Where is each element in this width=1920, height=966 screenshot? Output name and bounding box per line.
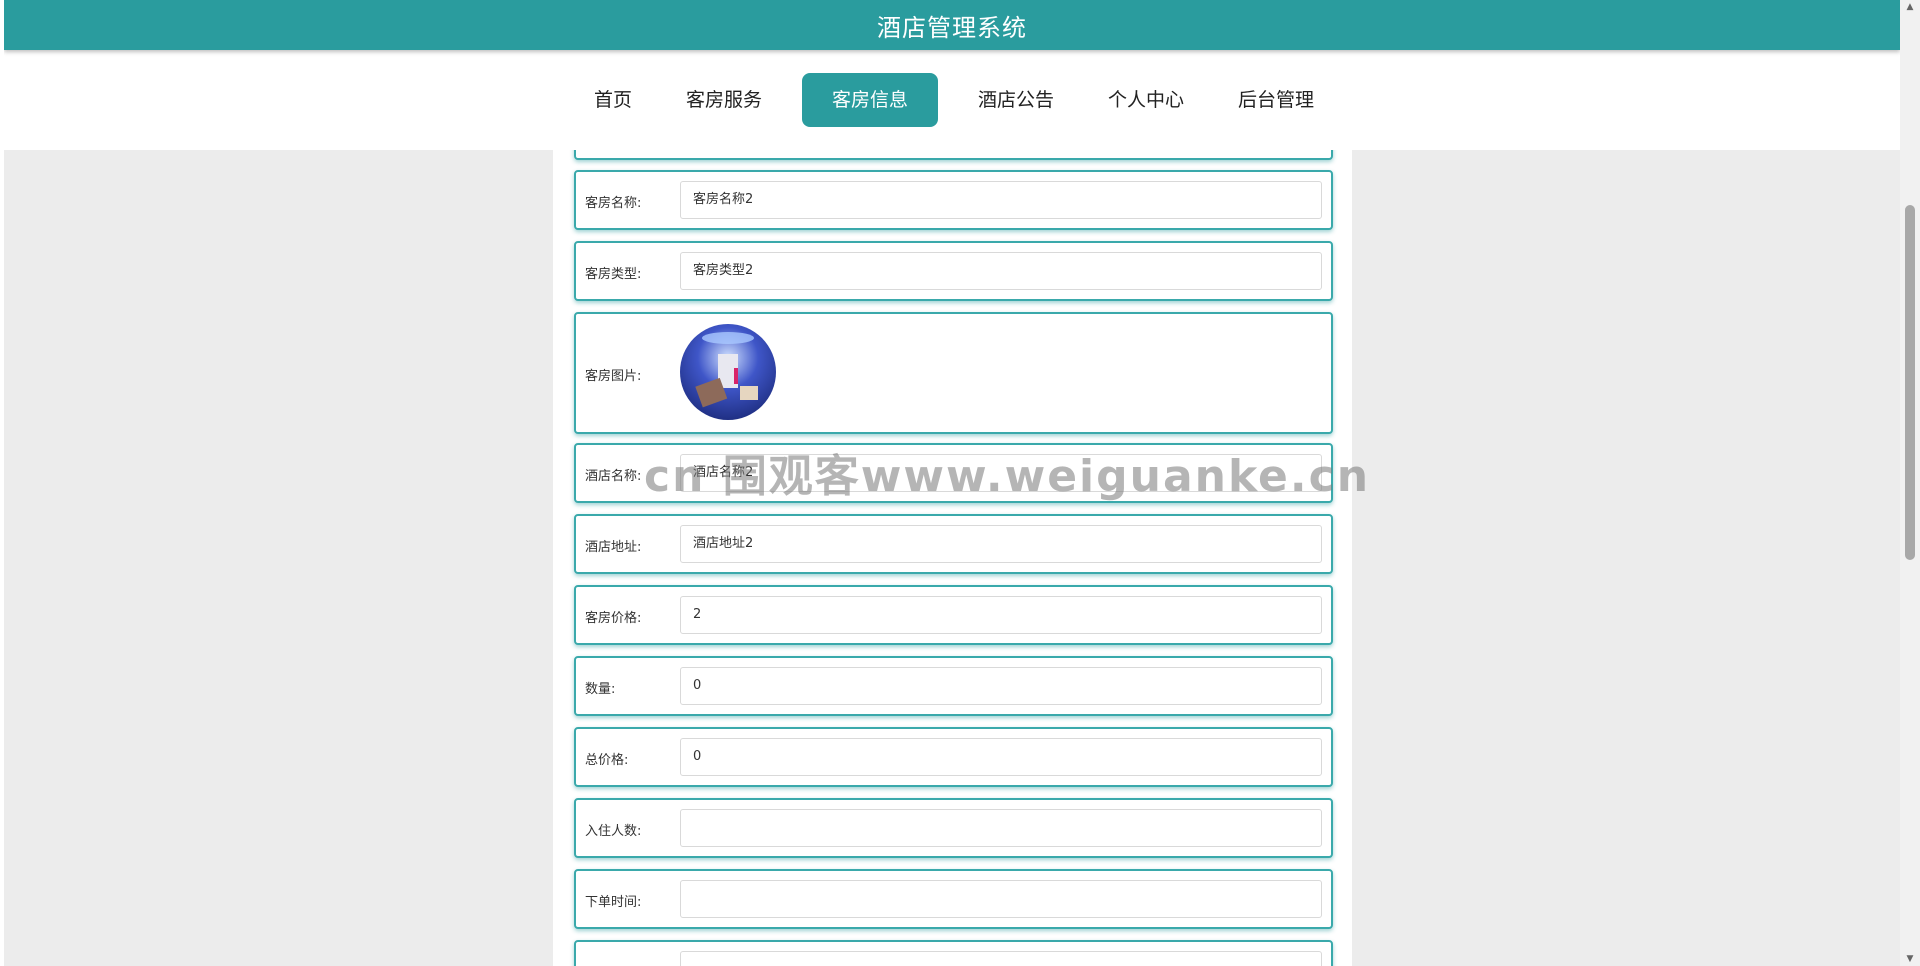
form-row-quantity: 数量: [574,656,1333,716]
form-row-guests: 入住人数: [574,798,1333,858]
scroll-down-icon[interactable]: ▼ [1900,952,1920,966]
nav-item-personal-center[interactable]: 个人中心 [1094,73,1198,127]
app-header: 酒店管理系统 [4,0,1900,50]
total-price-field[interactable] [680,738,1322,776]
form-row-partial-bottom [574,940,1333,966]
form-row-room-name: 客房名称: [574,170,1333,230]
hotel-name-label: 酒店名称: [585,469,642,484]
form-row-hotel-address: 酒店地址: [574,514,1333,574]
room-type-label: 客房类型: [585,267,642,282]
room-image-thumbnail[interactable] [680,324,776,420]
nav-item-room-info[interactable]: 客房信息 [801,73,938,127]
partial-bottom-field[interactable] [680,951,1322,966]
form-row-order-time: 下单时间: [574,869,1333,929]
quantity-label: 数量: [585,682,616,697]
form-row-total-price: 总价格: [574,727,1333,787]
room-image-label: 客房图片: [585,369,642,384]
vertical-scrollbar[interactable]: ▲ ▼ [1900,0,1920,966]
room-price-field[interactable] [680,596,1322,634]
form-row-partial-top [574,150,1333,160]
room-name-field[interactable] [680,181,1322,219]
order-time-label: 下单时间: [585,895,642,910]
hotel-address-field[interactable] [680,525,1322,563]
nav-item-room-service[interactable]: 客房服务 [672,73,776,127]
scrollbar-thumb[interactable] [1905,205,1915,560]
main-nav: 首页 客房服务 客房信息 酒店公告 个人中心 后台管理 [4,50,1900,150]
form-row-room-type: 客房类型: [574,241,1333,301]
scroll-up-icon[interactable]: ▲ [1900,0,1920,14]
guests-field[interactable] [680,809,1322,847]
hotel-address-label: 酒店地址: [585,540,642,555]
quantity-field[interactable] [680,667,1322,705]
room-photo [680,324,776,420]
nav-item-admin[interactable]: 后台管理 [1224,73,1328,127]
form-row-room-price: 客房价格: [574,585,1333,645]
nav-item-home[interactable]: 首页 [580,73,646,127]
watermark-text: cn 围观客www.weiguanke.cn [644,451,1371,502]
room-type-field[interactable] [680,252,1322,290]
nav-item-announcements[interactable]: 酒店公告 [964,73,1068,127]
total-price-label: 总价格: [585,753,629,768]
room-name-label: 客房名称: [585,196,642,211]
app-title: 酒店管理系统 [877,13,1027,42]
room-price-label: 客房价格: [585,611,642,626]
page: 酒店管理系统 首页 客房服务 客房信息 酒店公告 个人中心 后台管理 客房名称:… [4,0,1900,966]
form-row-room-image: 客房图片: [574,312,1333,434]
order-time-field[interactable] [680,880,1322,918]
room-detail-form: 客房名称: 客房类型: 客房图片: [553,150,1352,966]
guests-label: 入住人数: [585,824,642,839]
